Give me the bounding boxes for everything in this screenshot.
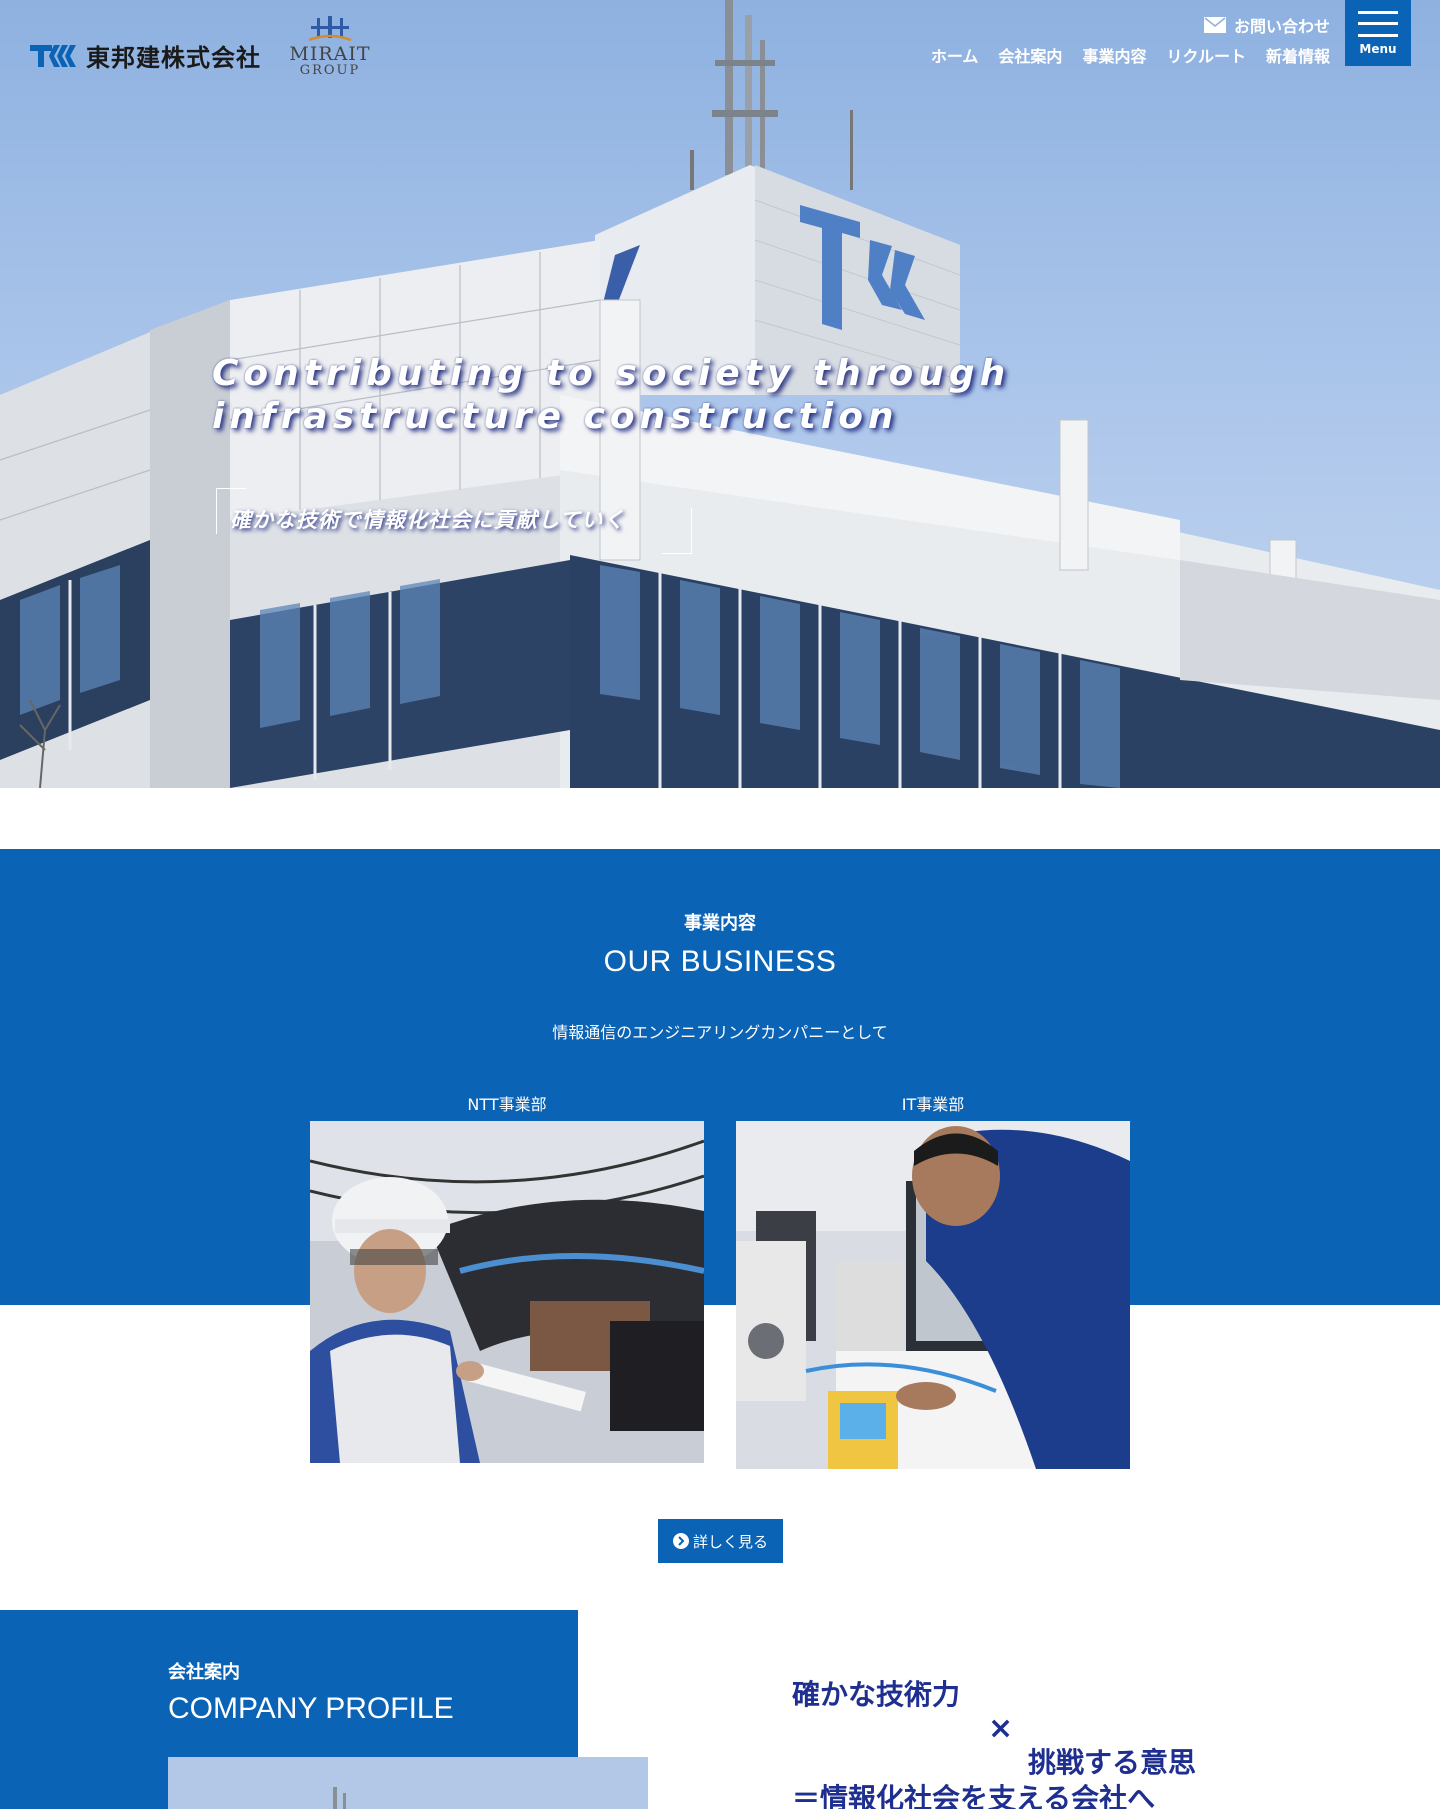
mirait-group-logo[interactable]: MIRAIT GROUP bbox=[278, 14, 382, 88]
business-card-ntt[interactable]: NTT事業部 bbox=[310, 1091, 704, 1463]
mail-icon bbox=[1203, 17, 1226, 33]
it-worker-photo bbox=[736, 1121, 1130, 1469]
company-section-title-jp: 会社案内 bbox=[168, 1662, 240, 1683]
mirait-emblem-icon bbox=[308, 16, 352, 42]
business-card-title: IT事業部 bbox=[901, 1095, 965, 1114]
mirait-group-label: GROUP bbox=[299, 63, 361, 78]
hamburger-icon bbox=[1358, 10, 1398, 37]
nav-news[interactable]: 新着情報 bbox=[1266, 43, 1330, 67]
business-section-title-en: OUR BUSINESS bbox=[603, 945, 837, 978]
business-detail-label: 詳しく見る bbox=[692, 1532, 768, 1551]
hero-section: 東邦建株式会社 MIRAIT GROUP お問い合わせ ホーム 会社案内 事業内… bbox=[0, 0, 1440, 788]
business-lead: 情報通信のエンジニアリングカンパニーとして bbox=[552, 1023, 888, 1042]
frame-corner-top-left bbox=[216, 488, 246, 534]
arrow-circle-right-icon bbox=[672, 1533, 689, 1549]
business-section-title-jp: 事業内容 bbox=[684, 913, 756, 934]
business-detail-button[interactable]: 詳しく見る bbox=[658, 1519, 783, 1563]
company-section-title-en: COMPANY PROFILE bbox=[168, 1692, 454, 1725]
contact-label: お問い合わせ bbox=[1233, 17, 1330, 36]
company-building-photo bbox=[168, 1757, 648, 1809]
tk-logo-icon bbox=[30, 44, 76, 67]
business-card-it[interactable]: IT事業部 bbox=[736, 1091, 1130, 1469]
menu-button[interactable]: Menu bbox=[1345, 0, 1411, 66]
logo-text: 東邦建株式会社 bbox=[86, 44, 261, 72]
hero-subtitle: 確かな技術で情報化社会に貢献していく bbox=[230, 508, 626, 532]
tagline-line2: 挑戦する意思 bbox=[1028, 1746, 1197, 1779]
nav-home[interactable]: ホーム bbox=[931, 43, 979, 67]
hero-subtitle-frame: 確かな技術で情報化社会に貢献していく bbox=[212, 488, 692, 554]
tagline-line1: 確かな技術力 bbox=[792, 1678, 961, 1711]
hero-headline-line1: Contributing to society through bbox=[212, 353, 1011, 394]
mirait-name: MIRAIT bbox=[289, 43, 371, 65]
contact-link[interactable]: お問い合わせ bbox=[1203, 13, 1330, 37]
nav-recruit[interactable]: リクルート bbox=[1166, 43, 1246, 67]
company-tagline: 確かな技術力 × 挑戦する意思 ＝情報化社会を支える会社へ bbox=[792, 1678, 1196, 1809]
ntt-worker-photo bbox=[310, 1121, 704, 1463]
business-cards: NTT事業部 IT事業部 bbox=[310, 1091, 1130, 1491]
nav-business[interactable]: 事業内容 bbox=[1082, 43, 1146, 67]
hero-headline-line2: infrastructure construction bbox=[212, 396, 899, 437]
tagline-line3: ＝情報化社会を支える会社へ bbox=[792, 1782, 1156, 1809]
business-section: 事業内容 OUR BUSINESS 情報通信のエンジニアリングカンパニーとして … bbox=[0, 849, 1440, 1469]
business-card-title: NTT事業部 bbox=[467, 1095, 547, 1114]
nav-company[interactable]: 会社案内 bbox=[998, 43, 1062, 67]
global-nav: ホーム 会社案内 事業内容 リクルート 新着情報 bbox=[911, 43, 1330, 67]
menu-label: Menu bbox=[1359, 41, 1397, 56]
tagline-times-sign: × bbox=[988, 1711, 1014, 1746]
hero-copy: Contributing to society through infrastr… bbox=[212, 352, 1011, 554]
frame-corner-bottom-right bbox=[662, 508, 692, 554]
company-logo[interactable]: 東邦建株式会社 bbox=[30, 38, 261, 73]
